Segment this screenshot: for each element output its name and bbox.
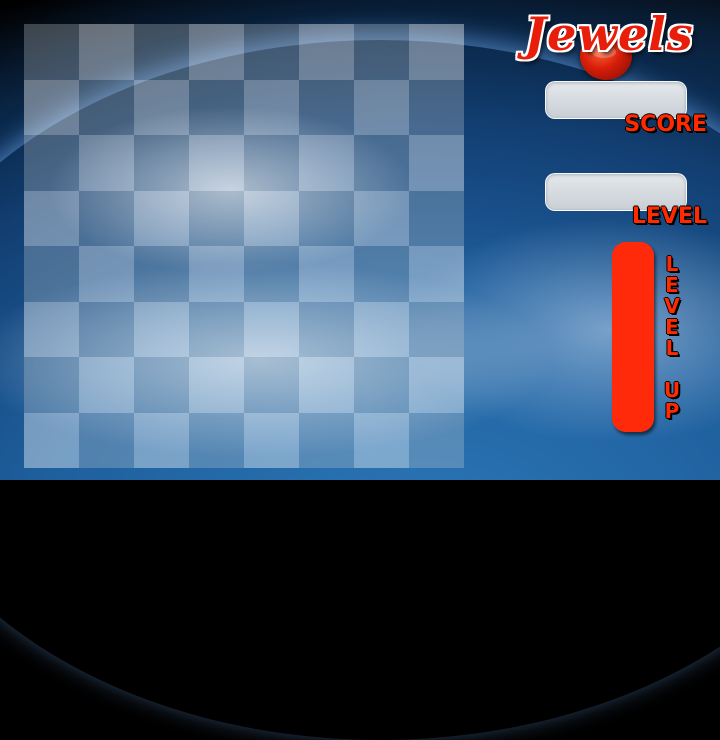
board-cell[interactable] <box>134 79 189 135</box>
board-cell[interactable] <box>79 190 134 246</box>
level-label: LEVEL <box>631 204 707 229</box>
board-cell[interactable] <box>134 301 189 357</box>
board-cell[interactable] <box>244 246 299 302</box>
board-cell[interactable] <box>134 24 189 80</box>
board-cell[interactable] <box>134 190 189 246</box>
board-cell[interactable] <box>24 412 79 468</box>
level-up-meter <box>612 242 654 432</box>
board-cell[interactable] <box>134 412 189 468</box>
game-board[interactable] <box>24 24 464 468</box>
board-cell[interactable] <box>244 24 299 80</box>
board-cell[interactable] <box>299 135 354 191</box>
board-cell[interactable] <box>299 79 354 135</box>
board-cell[interactable] <box>79 79 134 135</box>
board-cell[interactable] <box>409 79 464 135</box>
board-cell[interactable] <box>189 357 244 413</box>
board-cell[interactable] <box>299 24 354 80</box>
board-cell[interactable] <box>299 301 354 357</box>
board-cell[interactable] <box>189 24 244 80</box>
board-cell[interactable] <box>299 357 354 413</box>
board-cell[interactable] <box>244 79 299 135</box>
board-cell[interactable] <box>354 357 409 413</box>
board-cell[interactable] <box>189 79 244 135</box>
board-cell[interactable] <box>79 135 134 191</box>
game-title: Jewels <box>524 7 694 61</box>
board-cell[interactable] <box>134 246 189 302</box>
board-cell[interactable] <box>24 135 79 191</box>
board-cell[interactable] <box>189 135 244 191</box>
board-cell[interactable] <box>24 24 79 80</box>
board-cell[interactable] <box>409 301 464 357</box>
board-cell[interactable] <box>354 412 409 468</box>
board-cell[interactable] <box>354 135 409 191</box>
level-up-meter-fill <box>612 242 654 432</box>
board-cell[interactable] <box>409 412 464 468</box>
board-cell[interactable] <box>354 190 409 246</box>
board-cell[interactable] <box>354 24 409 80</box>
score-label: SCORE <box>624 112 707 137</box>
board-cell[interactable] <box>189 190 244 246</box>
board-cell[interactable] <box>354 246 409 302</box>
board-cell[interactable] <box>409 246 464 302</box>
board-cell[interactable] <box>244 190 299 246</box>
board-cell[interactable] <box>189 301 244 357</box>
board-cell[interactable] <box>79 24 134 80</box>
board-cell[interactable] <box>244 301 299 357</box>
board-cell[interactable] <box>299 412 354 468</box>
board-cell[interactable] <box>24 79 79 135</box>
board-cell[interactable] <box>354 79 409 135</box>
board-cell[interactable] <box>409 190 464 246</box>
board-cell[interactable] <box>79 412 134 468</box>
board-cell[interactable] <box>24 301 79 357</box>
board-cell[interactable] <box>299 246 354 302</box>
board-cell[interactable] <box>189 412 244 468</box>
board-cell[interactable] <box>354 301 409 357</box>
board-cell[interactable] <box>24 190 79 246</box>
board-cell[interactable] <box>244 357 299 413</box>
board-cell[interactable] <box>409 357 464 413</box>
board-cell[interactable] <box>79 357 134 413</box>
board-cell[interactable] <box>134 357 189 413</box>
board-cell[interactable] <box>79 301 134 357</box>
board-cell[interactable] <box>244 412 299 468</box>
board-cell[interactable] <box>134 135 189 191</box>
level-up-label: L E V E L U P <box>663 252 681 423</box>
board-cell[interactable] <box>79 246 134 302</box>
board-cell[interactable] <box>244 135 299 191</box>
board-cell[interactable] <box>24 357 79 413</box>
board-cell[interactable] <box>299 190 354 246</box>
board-cell[interactable] <box>409 135 464 191</box>
board-cell[interactable] <box>189 246 244 302</box>
board-cell[interactable] <box>409 24 464 80</box>
board-cell[interactable] <box>24 246 79 302</box>
game-logo: Jewels <box>518 4 700 84</box>
